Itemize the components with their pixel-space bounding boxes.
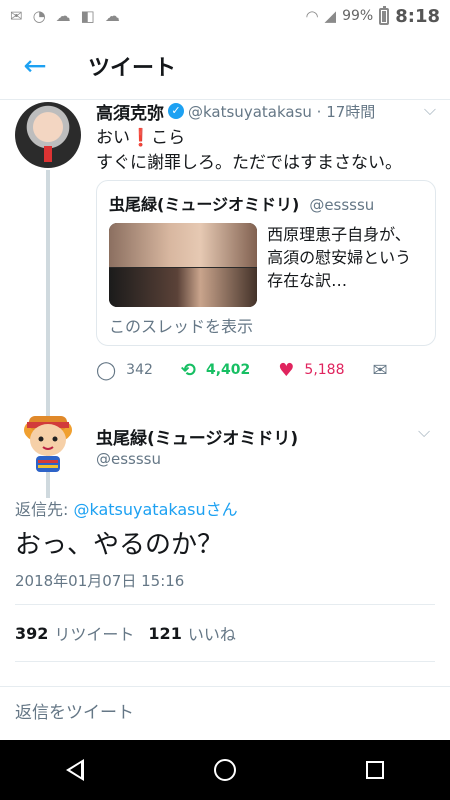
nav-home-button[interactable] bbox=[195, 740, 255, 800]
retweet-stat-label[interactable]: リツイート bbox=[54, 621, 134, 645]
verified-icon: ✓ bbox=[168, 103, 184, 119]
author-name[interactable]: 高須克弥 bbox=[96, 99, 164, 124]
notification-icons: ✉ ◔ ☁ ◧ ☁ bbox=[10, 6, 305, 25]
author-handle: @katsuyatakasu · 17時間 bbox=[188, 102, 376, 121]
reply-input[interactable]: 返信をツイート bbox=[0, 686, 450, 734]
circle-home-icon bbox=[214, 759, 236, 781]
retweet-stat-count[interactable]: 392 bbox=[15, 624, 48, 643]
chevron-down-icon[interactable]: ⌵ bbox=[418, 422, 430, 442]
wifi-on-icon: ◔ bbox=[32, 6, 46, 25]
reply-author-name[interactable]: 虫尾緑(ミュージオミドリ) bbox=[96, 424, 298, 449]
quote-image-bottom bbox=[109, 268, 258, 307]
quote-content: 西原理恵子自身が、高須の慰安婦という存在な訳… bbox=[109, 223, 423, 307]
nav-recents-button[interactable] bbox=[345, 740, 405, 800]
tweet-text-line: すぐに謝罪しろ。ただではすまさない。 bbox=[96, 153, 402, 173]
page-title: ツイート bbox=[88, 55, 177, 81]
exclamation-icon: ❗ bbox=[130, 128, 152, 148]
wifi-icon: ◠ bbox=[305, 6, 319, 25]
cloud-icon: ☁ bbox=[104, 6, 120, 25]
reply-text: おっ、やるのか？ bbox=[15, 530, 224, 560]
tweet-text-part: おい bbox=[96, 128, 130, 148]
header: ← ツイート bbox=[0, 32, 450, 100]
mention-link[interactable]: @katsuyatakasuさん bbox=[73, 500, 237, 519]
tweet-text-part: こら bbox=[151, 128, 186, 148]
triangle-back-icon bbox=[66, 759, 84, 781]
back-arrow-icon: ← bbox=[23, 49, 47, 82]
quoted-tweet[interactable]: 虫尾緑(ミュージオミドリ) @essssu 西原理恵子自身が、高須の慰安婦という… bbox=[96, 180, 436, 346]
tweet-body: 高須克弥 ✓ @katsuyatakasu · 17時間 ⌵ おい❗こら すぐに… bbox=[96, 99, 436, 381]
avatar[interactable] bbox=[15, 102, 81, 168]
retweet-count: 4,402 bbox=[205, 362, 251, 378]
quote-author-handle: @essssu bbox=[309, 196, 375, 214]
tweet-actions: ◯ 342 ⟲ 4,402 ♥ 5,188 ✉ bbox=[96, 358, 436, 382]
battery-icon bbox=[379, 5, 390, 25]
clock: 8:18 bbox=[395, 5, 440, 27]
chevron-down-icon[interactable]: ⌵ bbox=[424, 100, 436, 120]
signal-icon: ◢ bbox=[324, 6, 337, 25]
envelope-icon: ✉ bbox=[372, 359, 388, 381]
cloud-icon: ☁ bbox=[55, 6, 71, 25]
retweet-icon: ⟲ bbox=[180, 359, 196, 381]
avatar-tie bbox=[44, 146, 52, 162]
back-button[interactable]: ← bbox=[0, 32, 70, 100]
quote-author-name: 虫尾緑(ミュージオミドリ) bbox=[109, 195, 300, 214]
original-tweet[interactable]: 高須克弥 ✓ @katsuyatakasu · 17時間 ⌵ おい❗こら すぐに… bbox=[0, 99, 450, 498]
message-button[interactable]: ✉ bbox=[373, 360, 388, 381]
tweet-header: 高須克弥 ✓ @katsuyatakasu · 17時間 bbox=[96, 99, 436, 124]
quote-text: 西原理恵子自身が、高須の慰安婦という存在な訳… bbox=[267, 225, 412, 290]
like-stat-count[interactable]: 121 bbox=[148, 624, 181, 643]
nav-back-button[interactable] bbox=[45, 740, 105, 800]
status-bar: ✉ ◔ ☁ ◧ ☁ ◠ ◢ 99% 8:18 bbox=[0, 0, 450, 32]
replying-to-label: 返信先: bbox=[15, 500, 74, 519]
replying-to: 返信先: @katsuyatakasuさん bbox=[15, 496, 238, 520]
timestamp: 2018年01月07日 15:16 bbox=[15, 572, 185, 590]
reply-author-handle: @essssu bbox=[96, 450, 161, 468]
system-icons: ◠ ◢ 99% 8:18 bbox=[305, 5, 440, 27]
square-recents-icon bbox=[366, 761, 384, 779]
show-thread-link[interactable]: このスレッドを表示 bbox=[109, 313, 423, 337]
like-button[interactable]: ♥ 5,188 bbox=[278, 360, 344, 381]
retweet-button[interactable]: ⟲ 4,402 bbox=[181, 360, 250, 381]
tweet-text: おい❗こら すぐに謝罪しろ。ただではすまさない。 bbox=[96, 126, 436, 176]
avatar-mascot-icon[interactable] bbox=[17, 406, 79, 478]
mail-icon: ✉ bbox=[10, 6, 23, 25]
reply-count: 342 bbox=[126, 362, 153, 378]
heart-icon: ♥ bbox=[278, 359, 295, 381]
navigation-bar bbox=[0, 740, 450, 800]
app-icon: ◧ bbox=[80, 6, 95, 25]
quote-image-top bbox=[109, 223, 258, 267]
quote-header: 虫尾緑(ミュージオミドリ) @essssu bbox=[109, 191, 423, 215]
tweet-stats: 392 リツイート 121 いいね bbox=[15, 604, 435, 662]
reply-icon: ◯ bbox=[96, 359, 117, 381]
reply-button[interactable]: ◯ 342 bbox=[96, 360, 153, 381]
quote-image[interactable] bbox=[109, 223, 258, 307]
battery-level: 99% bbox=[342, 8, 374, 24]
like-stat-label[interactable]: いいね bbox=[188, 621, 236, 645]
like-count: 5,188 bbox=[304, 362, 345, 378]
